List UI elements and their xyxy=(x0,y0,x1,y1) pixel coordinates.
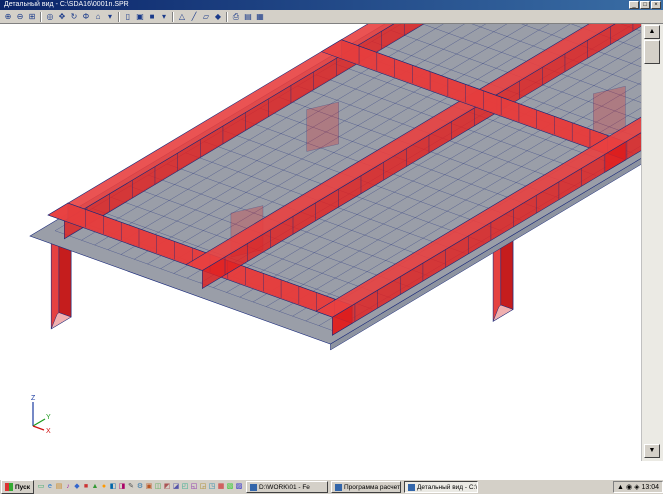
y-axis-line xyxy=(32,418,46,427)
app-icon[interactable]: ◩ xyxy=(163,483,171,491)
app-icon[interactable]: ✎ xyxy=(127,483,135,491)
app-icon[interactable]: ◨ xyxy=(118,483,126,491)
dropdown-icon[interactable]: ▾ xyxy=(105,12,115,22)
close-button[interactable]: × xyxy=(651,1,661,9)
task-label: Детальный вид - C:\S... xyxy=(417,483,478,491)
app-icon[interactable]: ◱ xyxy=(190,483,198,491)
task-app-icon xyxy=(250,483,257,491)
toolbar-separator xyxy=(118,11,120,22)
pan-icon[interactable]: ✥ xyxy=(57,12,67,22)
window-title: Детальный вид - C:\SDA16\0001n.SPR xyxy=(4,1,129,8)
zoom-window-icon[interactable]: ⊞ xyxy=(27,12,37,22)
task-label: Программа расчета 05.0... xyxy=(344,483,400,491)
maximize-button[interactable]: □ xyxy=(640,1,650,9)
app-icon[interactable]: ◪ xyxy=(172,483,180,491)
structure-3d-view[interactable]: Z YX xyxy=(0,0,663,461)
axis-y-label: Y xyxy=(46,414,51,421)
app-icon[interactable]: ⚙ xyxy=(136,483,144,491)
tray-icon[interactable]: ◉ xyxy=(626,483,632,491)
surface-icon[interactable]: ▱ xyxy=(201,12,211,22)
app-icon[interactable]: ◳ xyxy=(208,483,216,491)
axis-x-label: X xyxy=(46,428,51,435)
front-view-icon[interactable]: ▯ xyxy=(123,12,133,22)
view-toolbar: ⊕ ⊖ ⊞ ◎ ✥ ↻ Φ ⌂ ▾ ▯ ▣ ■ ▾ △ ╱ ▱ ◆ ⎙ ▤ ▦ xyxy=(0,10,663,24)
line-icon[interactable]: ╱ xyxy=(189,12,199,22)
clock: 13:04 xyxy=(641,483,659,491)
zoom-fit-icon[interactable]: ◎ xyxy=(45,12,55,22)
app-icon[interactable]: ▦ xyxy=(217,483,225,491)
cube-icon[interactable]: ◆ xyxy=(213,12,223,22)
column-ghost xyxy=(306,101,339,152)
window-title-bar: Детальный вид - C:\SDA16\0001n.SPR _ □ × xyxy=(0,0,663,10)
task-app-icon xyxy=(408,483,415,491)
app-icon[interactable]: ▨ xyxy=(235,483,243,491)
scroll-up-icon[interactable]: ▲ xyxy=(644,25,660,39)
start-button[interactable]: Пуск xyxy=(1,480,34,494)
task-list: D:\WORK\01 - Fe Программа расчета 05.0...… xyxy=(243,481,478,493)
axis-indicator: Z YX xyxy=(31,395,51,435)
app-icon[interactable]: ▲ xyxy=(91,483,99,491)
minimize-button[interactable]: _ xyxy=(629,1,639,9)
taskbar-task-button[interactable]: Программа расчета 05.0... xyxy=(331,481,401,493)
taskbar: Пуск ▭ e ▤ ♪ ◆ ■ ▲ ● ◧ ◨ ✎ ⚙ ▣ ◫ ◩ ◪ ◰ ◱ ◲ ◳ ▦ ▧ ▨ D:\WORK\01 … xyxy=(0,479,663,494)
view-preset-icon[interactable]: ⌂ xyxy=(93,12,103,22)
toolbar-separator xyxy=(226,11,228,22)
scroll-thumb[interactable] xyxy=(644,40,660,64)
dropdown-icon[interactable]: ▾ xyxy=(159,12,169,22)
vertical-scrollbar[interactable]: ▲ ▼ xyxy=(641,24,663,461)
windows-logo-icon xyxy=(5,483,13,491)
app-icon[interactable]: ▧ xyxy=(226,483,234,491)
explorer-icon[interactable]: ▤ xyxy=(55,483,63,491)
tray-icon[interactable]: ◈ xyxy=(634,483,639,491)
window-controls: _ □ × xyxy=(629,1,661,9)
app-icon[interactable]: ◫ xyxy=(154,483,162,491)
desktop-icon[interactable]: ▭ xyxy=(37,483,45,491)
canvas-bottom-area xyxy=(0,461,641,479)
model-viewport[interactable]: Z YX xyxy=(0,0,663,461)
app-icon[interactable]: ◲ xyxy=(199,483,207,491)
app-icon[interactable]: ● xyxy=(100,483,108,491)
media-icon[interactable]: ♪ xyxy=(64,483,72,491)
side-view-icon[interactable]: ▣ xyxy=(135,12,145,22)
layers-icon[interactable]: ▦ xyxy=(255,12,265,22)
system-tray: ▲ ◉ ◈ 13:04 xyxy=(613,481,663,493)
element-icon[interactable]: △ xyxy=(177,12,187,22)
app-icon[interactable]: ▣ xyxy=(145,483,153,491)
app-icon[interactable]: ◰ xyxy=(181,483,189,491)
taskbar-task-button[interactable]: D:\WORK\01 - Fe xyxy=(246,481,328,493)
axis-z-label: Z xyxy=(31,395,36,402)
select-icon[interactable]: Φ xyxy=(81,12,91,22)
zoom-out-icon[interactable]: ⊖ xyxy=(15,12,25,22)
toolbar-separator xyxy=(40,11,42,22)
start-label: Пуск xyxy=(15,483,30,491)
task-label: D:\WORK\01 - Fe xyxy=(259,483,310,491)
task-app-icon xyxy=(335,483,342,491)
scroll-down-icon[interactable]: ▼ xyxy=(644,444,660,458)
zoom-in-icon[interactable]: ⊕ xyxy=(3,12,13,22)
solid-view-icon[interactable]: ■ xyxy=(147,12,157,22)
app-icon[interactable]: ■ xyxy=(82,483,90,491)
x-axis-line xyxy=(32,425,45,431)
tray-icon[interactable]: ▲ xyxy=(617,484,624,491)
taskbar-task-button[interactable]: Детальный вид - C:\S... xyxy=(404,481,478,493)
rotate-icon[interactable]: ↻ xyxy=(69,12,79,22)
chart-icon[interactable]: ▤ xyxy=(243,12,253,22)
ie-icon[interactable]: e xyxy=(46,483,54,491)
print-icon[interactable]: ⎙ xyxy=(231,12,241,22)
app-icon[interactable]: ◆ xyxy=(73,483,81,491)
toolbar-separator xyxy=(172,11,174,22)
quick-launch: ▭ e ▤ ♪ ◆ ■ ▲ ● ◧ ◨ ✎ ⚙ ▣ ◫ ◩ ◪ ◰ ◱ ◲ ◳ ▦ ▧ ▨ xyxy=(37,483,243,491)
app-icon[interactable]: ◧ xyxy=(109,483,117,491)
